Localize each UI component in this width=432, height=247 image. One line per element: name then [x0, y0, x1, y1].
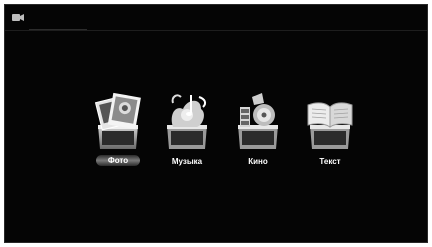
- media-menu-screen: Фото Музыка Кино Текст: [4, 4, 428, 243]
- photos-icon: [94, 92, 141, 149]
- menu-item-label: Фото: [96, 155, 140, 166]
- camera-icon: [12, 14, 24, 21]
- book-icon: [307, 102, 353, 149]
- menu-item-label: Кино: [248, 157, 268, 166]
- menu-item-music[interactable]: Музыка: [161, 91, 213, 173]
- menu-item-label: Музыка: [171, 157, 203, 166]
- menu-item-photo[interactable]: Фото: [92, 91, 144, 173]
- menu-item-text[interactable]: Текст: [304, 91, 356, 173]
- film-icon: [238, 93, 278, 149]
- header-divider-accent: [29, 29, 87, 30]
- music-icon: [167, 94, 207, 149]
- menu-item-film[interactable]: Кино: [232, 91, 284, 173]
- header-divider: [5, 30, 427, 31]
- menu-item-label: Текст: [319, 157, 341, 166]
